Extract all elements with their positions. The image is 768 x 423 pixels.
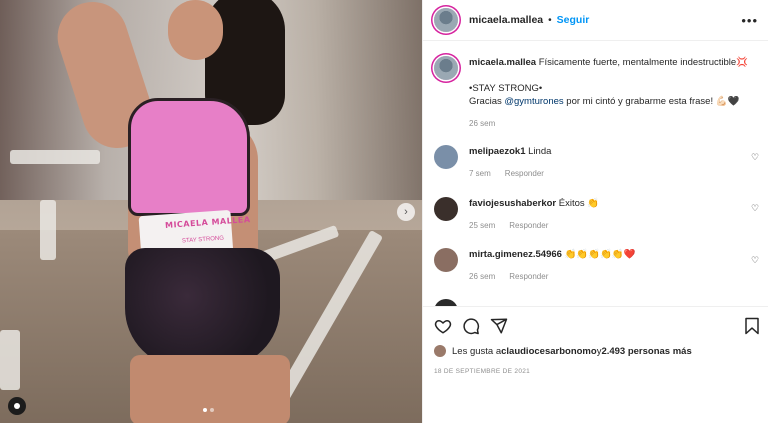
comment-emoji: 👏👏👏👏👏❤️ — [564, 249, 636, 260]
comment-time[interactable]: 26 sem — [469, 270, 495, 283]
comment-time[interactable]: 25 sem — [469, 219, 495, 232]
author-username[interactable]: micaela.mallea — [469, 14, 543, 26]
likes-user[interactable]: claudiocesarbonomo — [501, 346, 597, 357]
liker-avatar[interactable] — [434, 345, 446, 357]
comment-username[interactable]: faviojesushaberkor — [469, 198, 556, 209]
heart-icon[interactable] — [434, 317, 452, 335]
caption-mention[interactable]: @gymturones — [504, 96, 563, 107]
comment-emoji: 👏 — [587, 198, 600, 209]
comment-avatar[interactable] — [434, 299, 458, 306]
caption-meta: 26 sem — [469, 117, 754, 130]
user-tag-icon — [14, 403, 20, 409]
caption-emoji-1: 💢 — [736, 57, 749, 68]
carousel-dot-active — [203, 408, 207, 412]
chevron-right-icon: › — [404, 205, 408, 218]
caption-avatar[interactable] — [434, 56, 458, 80]
caption-text-3: Gracias — [469, 96, 505, 107]
comment-text: Éxitos — [558, 198, 588, 209]
caption: micaela.mallea Físicamente fuerte, menta… — [434, 56, 764, 130]
like-comment-heart-icon[interactable]: ♡ — [751, 152, 760, 162]
post-actions: Les gusta a claudiocesarbonomo y 2.493 p… — [423, 306, 768, 386]
carousel-dot — [210, 408, 214, 412]
next-slide-button[interactable]: › — [397, 203, 415, 221]
like-comment-heart-icon[interactable]: ♡ — [751, 255, 760, 265]
header-separator: • — [548, 14, 552, 26]
instagram-post-modal: MICAELA MALLEA STAY STRONG › micaela.mal… — [0, 0, 768, 423]
post-details-panel: micaela.mallea • Seguir ••• micaela.mall… — [422, 0, 768, 423]
comment-username[interactable]: melipaezok1 — [469, 146, 526, 157]
comment-avatar[interactable] — [434, 197, 458, 221]
gym-bench-leg — [40, 200, 56, 260]
share-icon[interactable] — [490, 317, 508, 335]
action-icons — [434, 317, 508, 335]
bookmark-icon[interactable] — [744, 317, 760, 335]
comments-list[interactable]: micaela.mallea Físicamente fuerte, menta… — [423, 41, 768, 306]
comment-item-partial — [434, 299, 764, 306]
comment-item: melipaezok1 Linda 7 sem Responder — [434, 145, 764, 180]
likes-summary: Les gusta a claudiocesarbonomo y 2.493 p… — [434, 345, 692, 357]
reply-button[interactable]: Responder — [509, 219, 548, 232]
caption-time[interactable]: 26 sem — [469, 117, 495, 130]
comment-avatar[interactable] — [434, 145, 458, 169]
post-date[interactable]: 18 DE SEPTIEMBRE DE 2021 — [434, 368, 530, 375]
author-avatar[interactable] — [434, 8, 458, 32]
comment-username[interactable]: mirta.gimenez.54966 — [469, 249, 562, 260]
post-header: micaela.mallea • Seguir ••• — [423, 0, 768, 41]
comment-item: mirta.gimenez.54966 👏👏👏👏👏❤️ 26 sem Respon… — [434, 248, 764, 283]
user-tag-button[interactable] — [8, 397, 26, 415]
comment-avatar[interactable] — [434, 248, 458, 272]
caption-text-4: por mi cintó y grabarme esta frase! — [563, 96, 716, 107]
likes-count[interactable]: 2.493 personas más — [601, 346, 691, 357]
caption-text-2: •STAY STRONG• — [469, 83, 543, 94]
reply-button[interactable]: Responder — [509, 270, 548, 283]
caption-text-1: Físicamente fuerte, mentalmente indestru… — [538, 57, 737, 68]
carousel-indicator — [203, 408, 214, 412]
person-face — [168, 0, 223, 60]
comment-icon[interactable] — [462, 317, 480, 335]
caption-username[interactable]: micaela.mallea — [469, 57, 536, 68]
person-legs — [130, 355, 290, 423]
gym-equipment — [0, 330, 20, 390]
like-comment-heart-icon[interactable]: ♡ — [751, 203, 760, 213]
comment-item: faviojesushaberkor Éxitos 👏 25 sem Respon… — [434, 197, 764, 232]
comment-time[interactable]: 7 sem — [469, 167, 491, 180]
reply-button[interactable]: Responder — [505, 167, 544, 180]
pink-sports-top — [128, 98, 250, 216]
likes-prefix: Les gusta a — [452, 345, 502, 357]
more-icon[interactable]: ••• — [741, 13, 758, 28]
caption-emoji-2: 💪🏻🖤 — [715, 96, 740, 107]
patterned-shorts — [125, 248, 280, 368]
comment-text: Linda — [528, 146, 552, 157]
post-image[interactable]: MICAELA MALLEA STAY STRONG › — [0, 0, 422, 423]
gym-bench — [10, 150, 100, 164]
follow-button[interactable]: Seguir — [557, 14, 590, 26]
